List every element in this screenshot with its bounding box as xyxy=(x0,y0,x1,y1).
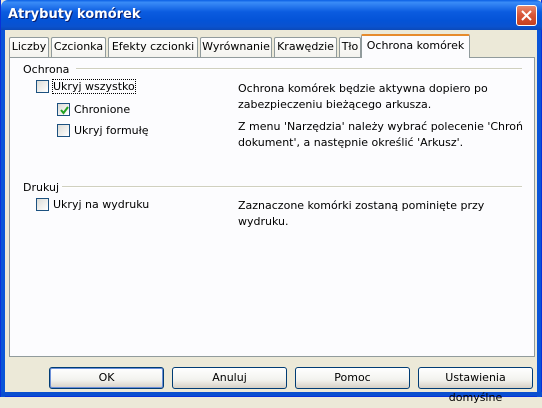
hide-on-print-label[interactable]: Ukryj na wydruku xyxy=(53,198,149,211)
tab-font-effects[interactable]: Efekty czcionki xyxy=(108,37,198,57)
hide-formula-label[interactable]: Ukryj formułę xyxy=(74,124,149,137)
cancel-button[interactable]: Anuluj xyxy=(172,367,287,389)
close-button[interactable] xyxy=(516,5,537,26)
reset-defaults-button[interactable]: Ustawienia domyślne xyxy=(418,367,533,404)
protection-description-1: Ochrona komórek będzie aktywna dopiero p… xyxy=(238,82,488,111)
window-border-right xyxy=(537,30,541,397)
checkmark-icon xyxy=(60,106,69,115)
protection-description-2: Z menu 'Narzędzia' należy wybrać polecen… xyxy=(238,120,524,149)
protected-label[interactable]: Chronione xyxy=(74,103,130,116)
tab-numbers[interactable]: Liczby xyxy=(9,37,49,57)
hide-all-label[interactable]: Ukryj wszystko xyxy=(52,79,136,94)
tab-strip: Liczby Czcionka Efekty czcionki Wyrównan… xyxy=(9,34,535,58)
title-bar[interactable]: Atrybuty komórek xyxy=(1,0,542,30)
protection-divider xyxy=(76,68,522,70)
hide-on-print-checkbox[interactable] xyxy=(36,198,49,211)
close-icon xyxy=(521,10,532,21)
ok-button[interactable]: OK xyxy=(49,367,164,389)
window-title: Atrybuty komórek xyxy=(8,7,141,22)
tab-borders[interactable]: Krawędzie xyxy=(274,37,337,57)
hide-all-checkbox[interactable] xyxy=(36,80,49,93)
print-description: Zaznaczone komórki zostaną pominięte prz… xyxy=(238,199,485,228)
tab-font[interactable]: Czcionka xyxy=(51,37,106,57)
print-divider xyxy=(62,186,522,188)
help-button[interactable]: Pomoc xyxy=(295,367,410,389)
tab-background[interactable]: Tło xyxy=(339,37,361,57)
dialog-window: Atrybuty komórek Liczby Czcionka Efekty … xyxy=(0,0,542,404)
tab-panel: Ochrona Ukryj wszystko Chronione Ukryj f… xyxy=(9,57,535,357)
hide-formula-checkbox[interactable] xyxy=(57,124,70,137)
protected-checkbox[interactable] xyxy=(57,103,70,116)
tab-cell-protection[interactable]: Ochrona komórek xyxy=(361,34,470,58)
window-border-left xyxy=(1,30,5,397)
print-heading: Drukuj xyxy=(23,181,60,194)
protection-heading: Ochrona xyxy=(23,63,70,76)
tab-alignment[interactable]: Wyrównanie xyxy=(200,37,272,57)
